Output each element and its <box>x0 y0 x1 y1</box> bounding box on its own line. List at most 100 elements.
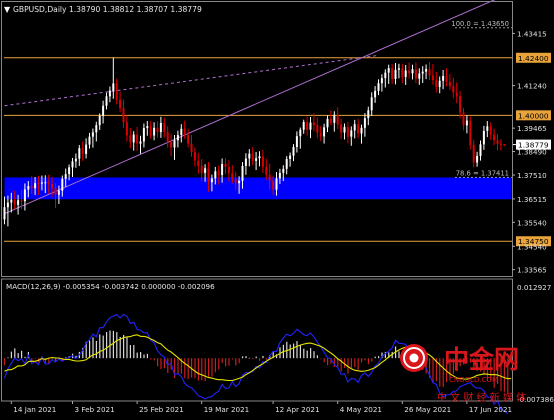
macd-histogram-bar <box>24 356 26 359</box>
candle-body <box>224 164 227 167</box>
macd-histogram-bar <box>316 355 318 359</box>
macd-histogram-bar <box>160 358 162 370</box>
fib-label: 100.0 = 1.43650 <box>451 20 509 28</box>
candle-body <box>47 182 50 184</box>
candle-body <box>380 78 383 84</box>
y-tick-label: 1.43415 <box>517 29 547 38</box>
candle-body <box>282 168 285 173</box>
macd-histogram-bar <box>119 336 121 359</box>
macd-histogram-bar <box>299 344 301 359</box>
macd-histogram-bar <box>354 358 356 367</box>
macd-histogram-bar <box>109 330 111 359</box>
candle-body <box>411 69 414 74</box>
macd-histogram-bar <box>242 356 244 359</box>
macd-histogram-bar <box>398 351 400 359</box>
chart-canvas[interactable]: 1.424001.400001.347501.38779100.0 = 1.43… <box>0 0 554 416</box>
x-tick-label: 4 May 2021 <box>340 405 382 414</box>
macd-histogram-bar <box>34 358 36 359</box>
macd-histogram-bar <box>367 358 369 365</box>
candle-body <box>408 70 411 74</box>
x-tick-label: 25 Feb 2021 <box>139 405 184 414</box>
macd-histogram-bar <box>310 348 312 359</box>
candle-body <box>163 122 166 132</box>
candle-body <box>190 143 193 153</box>
candle-body <box>401 68 404 77</box>
candle-body <box>251 153 254 161</box>
candle-body <box>261 156 264 167</box>
candle-body <box>394 69 397 79</box>
candle-body <box>125 122 128 136</box>
macd-histogram-bar <box>99 334 101 359</box>
candle-body <box>238 180 241 184</box>
candle-body <box>350 130 353 137</box>
candle-body <box>61 178 64 191</box>
candle-body <box>64 174 67 179</box>
macd-histogram-bar <box>17 353 19 359</box>
candle-body <box>391 68 394 79</box>
candle-body <box>360 127 363 134</box>
candle-body <box>445 75 448 82</box>
candle-body <box>173 140 176 148</box>
watermark-brand: 中金网 <box>444 345 519 374</box>
macd-histogram-bar <box>432 358 434 384</box>
macd-histogram-bar <box>313 351 315 359</box>
candle-body <box>503 144 506 146</box>
candle-body <box>183 128 186 135</box>
candle-body <box>285 158 288 169</box>
macd-histogram-bar <box>245 356 247 359</box>
candle-body <box>496 140 499 144</box>
candle-body <box>499 143 502 145</box>
candle-body <box>170 141 173 148</box>
candle-body <box>455 92 458 97</box>
macd-histogram-bar <box>361 358 363 363</box>
fib-label: 78.6 = 1.37411 <box>456 169 509 177</box>
candle-body <box>333 115 336 123</box>
candle-body <box>299 129 302 137</box>
macd-histogram-bar <box>163 358 165 369</box>
macd-histogram-bar <box>350 358 352 368</box>
candle-body <box>248 153 251 159</box>
candle-body <box>210 178 213 183</box>
candle-body <box>129 135 132 143</box>
watermark-tagline: 中 文 财 经 新 媒 体 <box>437 391 526 404</box>
macd-histogram-bar <box>136 352 138 359</box>
macd-histogram-bar <box>143 354 145 359</box>
macd-histogram-bar <box>112 330 114 359</box>
candle-body <box>295 136 298 147</box>
candle-body <box>91 132 94 137</box>
candle-body <box>340 124 343 133</box>
candle-body <box>88 136 91 145</box>
candle-body <box>98 116 101 126</box>
macd-histogram-bar <box>187 358 189 379</box>
candle-body <box>81 148 84 154</box>
macd-histogram-bar <box>10 351 12 359</box>
candle-body <box>374 90 377 98</box>
candle-body <box>302 122 305 130</box>
candle-body <box>493 134 496 141</box>
candle-body <box>353 124 356 131</box>
candle-body <box>397 68 400 70</box>
candle-body <box>153 127 156 136</box>
macd-histogram-bar <box>293 343 295 359</box>
candle-body <box>146 126 149 129</box>
macd-histogram-bar <box>116 332 118 359</box>
candle-body <box>479 144 482 156</box>
candle-body <box>54 187 57 195</box>
macd-histogram-bar <box>296 341 298 359</box>
macd-histogram-bar <box>259 358 261 361</box>
candle-body <box>3 207 6 220</box>
candle-body <box>214 171 217 179</box>
candle-body <box>30 186 33 189</box>
candle-body <box>102 105 105 117</box>
macd-histogram-bar <box>255 356 257 359</box>
candle-body <box>452 86 455 93</box>
candle-body <box>387 68 390 73</box>
candle-body <box>255 158 258 161</box>
candle-body <box>176 134 179 141</box>
macd-histogram-bar <box>265 358 267 360</box>
y-tick-label: 1.39465 <box>517 124 547 133</box>
candle-body <box>71 161 74 168</box>
macd-histogram-bar <box>374 356 376 359</box>
level-price-label: 1.42400 <box>518 54 549 63</box>
candle-body <box>431 75 434 81</box>
